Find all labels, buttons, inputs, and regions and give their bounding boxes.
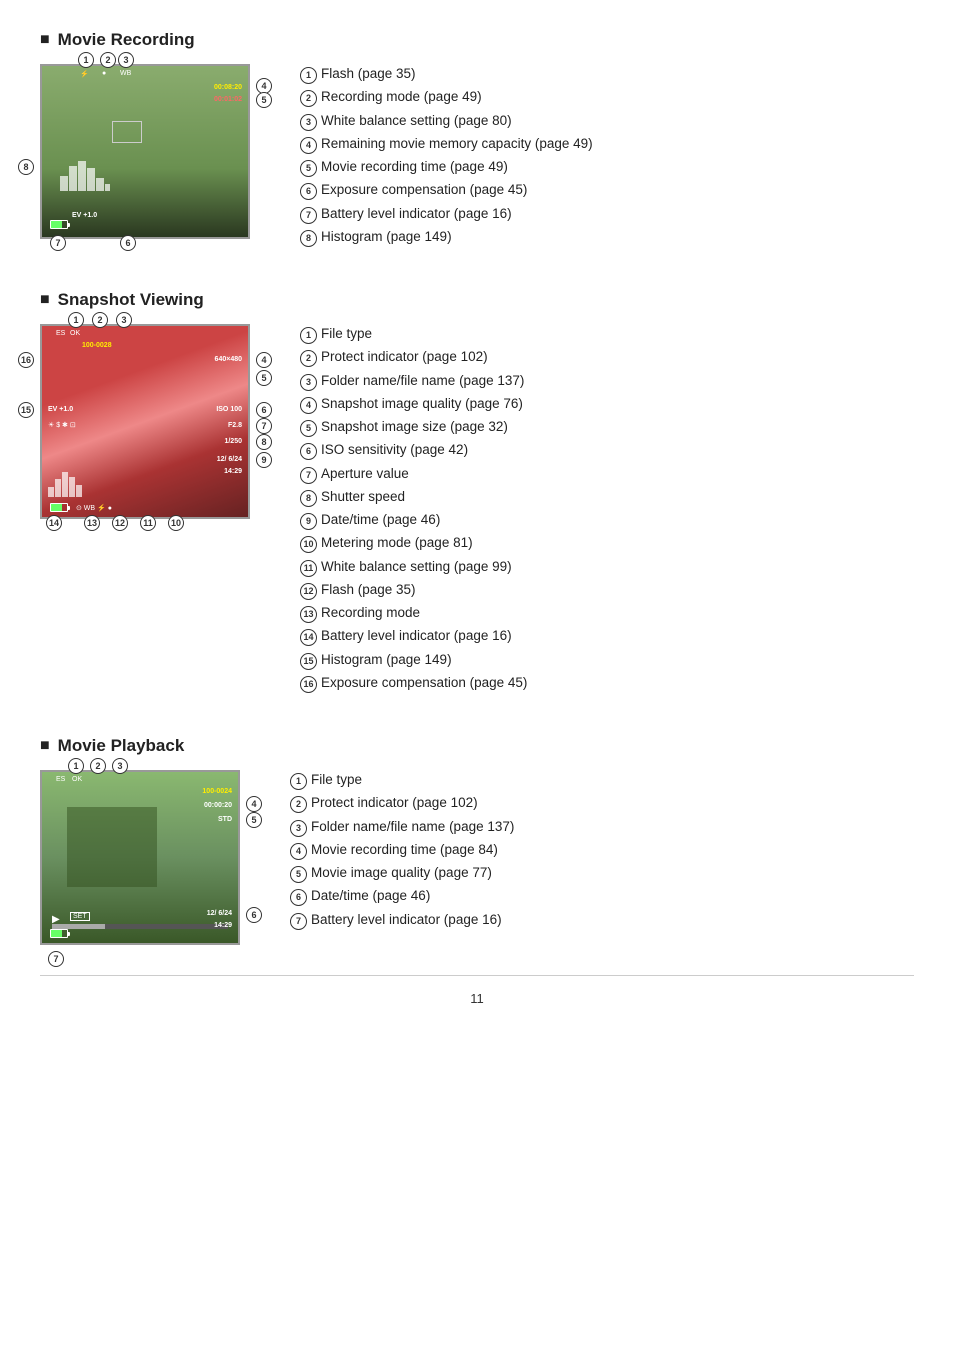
movie-recording-body: ⚡ ● WB 00:08:20 00:01:02 EV +1.0 [40, 64, 914, 250]
snapshot-viewing-screen: ES OK 100-0028 640×480 EV +1.0 ☀ $ ✱ ⊡ I… [40, 324, 250, 519]
screen-time2: 00:01:02 [214, 96, 242, 103]
list-item: 15Histogram (page 149) [300, 650, 527, 670]
list-item: 8Shutter speed [300, 487, 527, 507]
callout-p1: 1 [68, 758, 84, 774]
playback-bar [52, 924, 228, 929]
list-item: 3Folder name/file name (page 137) [300, 371, 527, 391]
list-item: 6Date/time (page 46) [290, 886, 514, 906]
snapshot-viewing-body: ES OK 100-0028 640×480 EV +1.0 ☀ $ ✱ ⊡ I… [40, 324, 914, 696]
list-item: 1Flash (page 35) [300, 64, 593, 84]
callout-5: 5 [256, 92, 272, 108]
callout-p2: 2 [90, 758, 106, 774]
movie-playback-title: Movie Playback [40, 736, 914, 756]
callout-6: 6 [120, 235, 136, 251]
movie-recording-screen: ⚡ ● WB 00:08:20 00:01:02 EV +1.0 [40, 64, 250, 239]
list-item: 3White balance setting (page 80) [300, 111, 593, 131]
snapshot-viewing-title: Snapshot Viewing [40, 290, 914, 310]
list-item: 2Protect indicator (page 102) [290, 793, 514, 813]
callout-s5: 5 [256, 370, 272, 386]
list-item: 7Aperture value [300, 464, 527, 484]
list-item: 12Flash (page 35) [300, 580, 527, 600]
list-item: 13Recording mode [300, 603, 527, 623]
screen-time1: 00:08:20 [214, 84, 242, 91]
callout-s7: 7 [256, 418, 272, 434]
movie-playback-info-list: 1File type 2Protect indicator (page 102)… [290, 770, 514, 933]
callout-s8: 8 [256, 434, 272, 450]
callout-s14: 14 [46, 515, 62, 531]
list-item: 11White balance setting (page 99) [300, 557, 527, 577]
callout-2: 2 [100, 52, 116, 68]
list-item: 10Metering mode (page 81) [300, 533, 527, 553]
callout-s15: 15 [18, 402, 34, 418]
callout-s4: 4 [256, 352, 272, 368]
movie-playback-section: Movie Playback ES OK 100-0024 00:00:20 S… [40, 736, 914, 945]
callout-s2: 2 [92, 312, 108, 328]
list-item: 2Protect indicator (page 102) [300, 347, 527, 367]
snapshot-viewing-info-list: 1File type 2Protect indicator (page 102)… [300, 324, 527, 696]
callout-p3: 3 [112, 758, 128, 774]
callout-s13: 13 [84, 515, 100, 531]
callout-s1: 1 [68, 312, 84, 328]
movie-recording-title: Movie Recording [40, 30, 914, 50]
list-item: 1File type [300, 324, 527, 344]
list-item: 2Recording mode (page 49) [300, 87, 593, 107]
callout-s16: 16 [18, 352, 34, 368]
list-item: 9Date/time (page 46) [300, 510, 527, 530]
list-item: 4Snapshot image quality (page 76) [300, 394, 527, 414]
callout-1: 1 [78, 52, 94, 68]
list-item: 1File type [290, 770, 514, 790]
callout-s10: 10 [168, 515, 184, 531]
callout-s3: 3 [116, 312, 132, 328]
page-number: 11 [40, 991, 914, 1006]
movie-playback-body: ES OK 100-0024 00:00:20 STD ▶ [40, 770, 914, 945]
list-item: 16Exposure compensation (page 45) [300, 673, 527, 693]
list-item: 5Snapshot image size (page 32) [300, 417, 527, 437]
callout-p7: 7 [48, 951, 64, 967]
callout-s6: 6 [256, 402, 272, 418]
callout-s11: 11 [140, 515, 156, 531]
callout-p4: 4 [246, 796, 262, 812]
callout-7: 7 [50, 235, 66, 251]
list-item: 6ISO sensitivity (page 42) [300, 440, 527, 460]
movie-recording-section: Movie Recording ⚡ ● WB 00:08:20 00:01:02… [40, 30, 914, 250]
list-item: 5Movie image quality (page 77) [290, 863, 514, 883]
screen-histogram [60, 156, 110, 191]
list-item: 7Battery level indicator (page 16) [300, 204, 593, 224]
callout-8: 8 [18, 159, 34, 175]
movie-recording-info-list: 1Flash (page 35) 2Recording mode (page 4… [300, 64, 593, 250]
list-item: 7Battery level indicator (page 16) [290, 910, 514, 930]
list-item: 3Folder name/file name (page 137) [290, 817, 514, 837]
list-item: 14Battery level indicator (page 16) [300, 626, 527, 646]
list-item: 4Remaining movie memory capacity (page 4… [300, 134, 593, 154]
screen-ev: EV +1.0 [72, 212, 97, 219]
page-divider [40, 975, 914, 976]
callout-p5: 5 [246, 812, 262, 828]
callout-s12: 12 [112, 515, 128, 531]
list-item: 4Movie recording time (page 84) [290, 840, 514, 860]
movie-playback-screen: ES OK 100-0024 00:00:20 STD ▶ [40, 770, 240, 945]
snapshot-viewing-section: Snapshot Viewing ES OK 100-0028 640×480 … [40, 290, 914, 696]
snapshot-histogram [48, 467, 88, 497]
callout-s9: 9 [256, 452, 272, 468]
callout-3: 3 [118, 52, 134, 68]
callout-p6: 6 [246, 907, 262, 923]
list-item: 8Histogram (page 149) [300, 227, 593, 247]
list-item: 6Exposure compensation (page 45) [300, 180, 593, 200]
list-item: 5Movie recording time (page 49) [300, 157, 593, 177]
